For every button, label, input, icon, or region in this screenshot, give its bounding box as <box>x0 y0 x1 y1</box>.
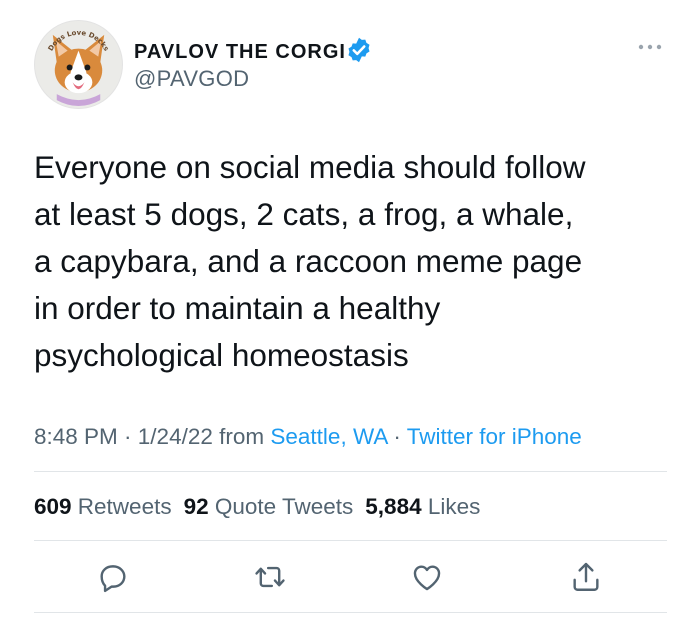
retweets-label: Retweets <box>71 494 172 519</box>
likes-count: 5,884 <box>365 494 422 519</box>
tweet-date[interactable]: 1/24/22 <box>138 424 213 449</box>
more-icon[interactable] <box>636 36 664 58</box>
like-button[interactable] <box>410 560 444 594</box>
meta-separator: · <box>387 424 407 449</box>
reply-button[interactable] <box>96 560 130 594</box>
source-link[interactable]: Twitter for iPhone <box>407 424 582 449</box>
verified-badge-icon <box>348 37 370 63</box>
meta-separator: · <box>117 424 138 449</box>
quote-tweets-stat[interactable]: 92 Quote Tweets <box>184 494 354 519</box>
quotes-label: Quote Tweets <box>208 494 354 519</box>
location-link[interactable]: Seattle, WA <box>270 424 387 449</box>
author-name[interactable]: PAVLOV THE CORGI <box>134 41 346 64</box>
retweet-icon <box>255 566 285 588</box>
like-icon <box>413 565 441 591</box>
retweets-stat[interactable]: 609 Retweets <box>34 494 172 519</box>
divider <box>34 471 667 472</box>
retweets-count: 609 <box>34 494 72 519</box>
author-handle[interactable]: @PAVGOD <box>134 66 249 92</box>
likes-label: Likes <box>421 494 481 519</box>
tweet-text: Everyone on social media should follow a… <box>34 149 586 373</box>
likes-stat[interactable]: 5,884 Likes <box>365 494 480 519</box>
share-icon <box>573 562 599 591</box>
divider <box>34 540 667 541</box>
meta-from: from <box>212 424 271 449</box>
corgi-avatar-image: Dogs Love Decks <box>35 21 122 108</box>
tweet-stats: 609 Retweets 92 Quote Tweets 5,884 Likes <box>34 494 480 520</box>
tweet-time[interactable]: 8:48 PM <box>34 424 118 449</box>
tweet-meta: 8:48 PM · 1/24/22 from Seattle, WA · Twi… <box>34 424 582 450</box>
divider <box>34 612 667 613</box>
retweet-button[interactable] <box>253 560 287 594</box>
avatar[interactable]: Dogs Love Decks <box>34 20 123 109</box>
quotes-count: 92 <box>183 494 209 519</box>
reply-icon <box>100 565 126 593</box>
share-button[interactable] <box>569 560 603 594</box>
